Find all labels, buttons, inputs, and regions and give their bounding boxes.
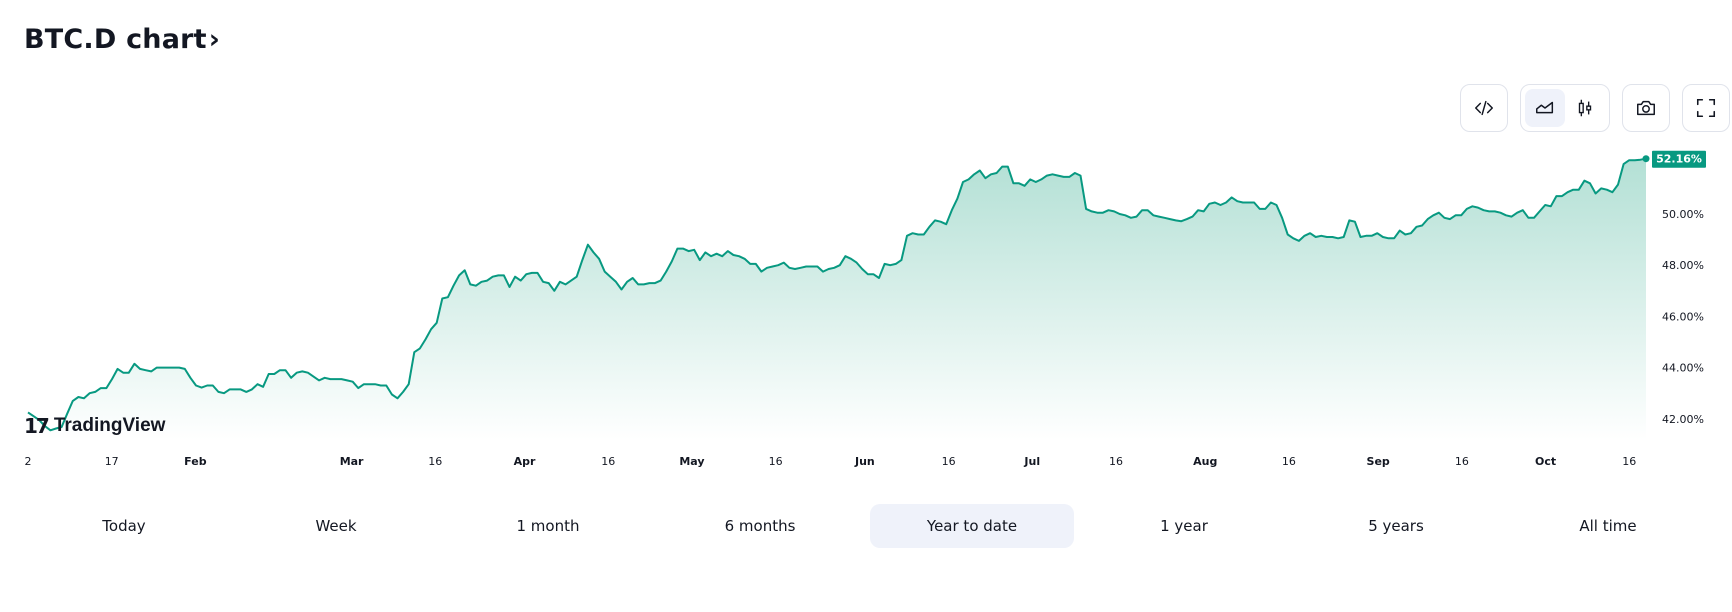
tab-6-months[interactable]: 6 months [658, 504, 862, 548]
tab-1-year[interactable]: 1 year [1082, 504, 1286, 548]
x-axis: 2 17 Feb Mar 16 Apr 16 May 16 Jun 16 Jul 16 Aug 16 Sep 1… [25, 455, 1637, 468]
chart-type-group [1520, 84, 1610, 132]
area-chart-button[interactable] [1525, 89, 1565, 127]
y-axis: 42.00% 44.00% 46.00% 48.00% 50.00% [1662, 208, 1704, 426]
tab-5-years[interactable]: 5 years [1294, 504, 1498, 548]
x-tick-label: Feb [184, 455, 207, 468]
camera-icon [1637, 100, 1655, 116]
last-point-dot [1642, 155, 1650, 163]
x-tick-label: Apr [514, 455, 536, 468]
x-tick-label: Aug [1193, 455, 1217, 468]
fullscreen-button-group [1682, 84, 1730, 132]
fullscreen-button[interactable] [1686, 89, 1726, 127]
btc-dominance-chart[interactable]: 42.00% 44.00% 46.00% 48.00% 50.00% 2 17 Feb Mar… [0, 140, 1732, 480]
chart-title: BTC.D chart [24, 24, 207, 55]
tradingview-logo[interactable]: 17 TradingView [24, 414, 165, 438]
y-tick-label: 42.00% [1662, 413, 1704, 426]
y-tick-label: 48.00% [1662, 259, 1704, 272]
candlestick-button[interactable] [1565, 89, 1605, 127]
tab-year-to-date[interactable]: Year to date [870, 504, 1074, 548]
embed-code-button[interactable] [1464, 89, 1504, 127]
x-tick-label: 16 [601, 455, 615, 468]
x-tick-label: 16 [1455, 455, 1469, 468]
code-icon [1475, 100, 1493, 116]
x-tick-label: Jun [854, 455, 875, 468]
last-price-marker: 52.16% [1642, 150, 1706, 168]
snapshot-button-group [1622, 84, 1670, 132]
tab-all-time[interactable]: All time [1506, 504, 1710, 548]
x-tick-label: Oct [1535, 455, 1556, 468]
chart-title-link[interactable]: BTC.D chart› [24, 24, 220, 55]
x-tick-label: 16 [1622, 455, 1636, 468]
x-tick-label: Sep [1367, 455, 1390, 468]
x-tick-label: 2 [25, 455, 32, 468]
chart-toolbar [1460, 84, 1730, 132]
area-fill [28, 158, 1646, 440]
x-tick-label: 16 [1109, 455, 1123, 468]
embed-button-group [1460, 84, 1508, 132]
y-tick-label: 44.00% [1662, 362, 1704, 375]
x-tick-label: 16 [428, 455, 442, 468]
x-tick-label: 17 [105, 455, 119, 468]
x-tick-label: Jul [1023, 455, 1040, 468]
chevron-right-icon: › [208, 24, 221, 55]
y-tick-label: 50.00% [1662, 208, 1704, 221]
tradingview-mark-icon: 17 [24, 414, 50, 438]
last-value-label: 52.16% [1656, 153, 1702, 166]
x-tick-label: 16 [769, 455, 783, 468]
y-tick-label: 46.00% [1662, 310, 1704, 323]
x-tick-label: 16 [942, 455, 956, 468]
tradingview-wordmark: TradingView [53, 415, 166, 436]
area-fill-layer [28, 158, 1646, 440]
x-tick-label: Mar [340, 455, 364, 468]
fullscreen-icon [1696, 98, 1716, 118]
tab-today[interactable]: Today [22, 504, 226, 548]
tab-week[interactable]: Week [234, 504, 438, 548]
x-tick-label: May [679, 455, 704, 468]
x-tick-label: 16 [1282, 455, 1296, 468]
time-range-tabs: Today Week 1 month 6 months Year to date 1 ye… [22, 504, 1710, 548]
candlestick-icon [1578, 99, 1592, 117]
snapshot-button[interactable] [1626, 89, 1666, 127]
tab-1-month[interactable]: 1 month [446, 504, 650, 548]
area-chart-icon [1536, 101, 1554, 114]
